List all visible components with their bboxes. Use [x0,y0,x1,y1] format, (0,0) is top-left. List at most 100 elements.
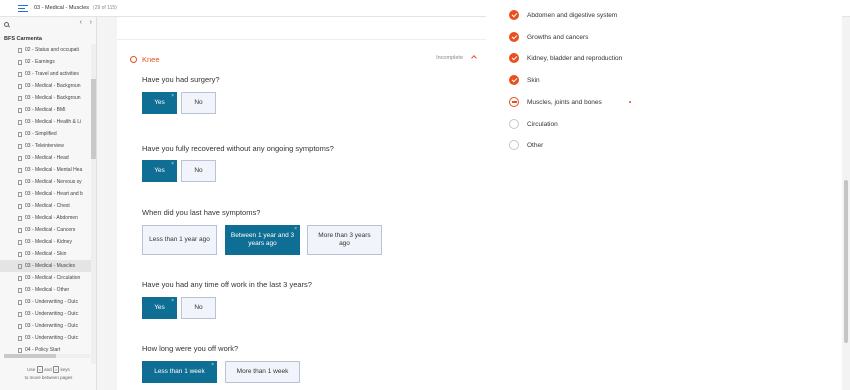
page-item[interactable]: 03 - Underwriting - Outc [0,308,91,320]
page-icon [18,299,22,305]
option-no[interactable]: No [181,160,216,182]
section-divider [117,39,486,40]
current-page-title: 03 - Medical - Muscles [34,5,90,11]
page-item-label: 03 - Medical - Backgroun [25,95,81,101]
progress-step-label: Growths and cancers [527,33,589,41]
page-item[interactable]: 03 - Medical - Head [0,152,91,164]
main-scroll-thumb[interactable] [844,180,848,343]
page-item[interactable]: 03 - Medical - Cancers [0,224,91,236]
option-no[interactable]: No [181,92,216,114]
page-icon [18,143,22,149]
option-less-than-1-year[interactable]: Less than 1 year ago [142,225,217,255]
progress-step-abdomen[interactable]: Abdomen and digestive system [509,9,617,21]
page-item-label: 03 - Medical - Head [25,155,69,161]
page-item[interactable]: 03 - Medical - Mental Hea [0,164,91,176]
page-item[interactable]: 03 - Underwriting - Outc [0,332,91,344]
option-yes[interactable]: Yes [142,297,177,319]
page-item-label: 03 - Teleinterview [25,143,64,149]
page-icon [18,83,22,89]
page-icon [18,215,22,221]
sidebar-scroll-thumb[interactable] [91,79,96,159]
page-item-label: 03 - Travel and activities [25,71,79,77]
previous-page-icon[interactable]: ‹ [80,19,82,27]
page-item[interactable]: 03 - Medical - Nervous sy [0,176,91,188]
page-item-label: 03 - Medical - Cancers [25,227,76,233]
main-vertical-scrollbar[interactable] [842,17,850,390]
page-item[interactable]: 03 - Medical - Kidney [0,236,91,248]
page-item-label: 03 - Medical - Muscles [25,263,76,269]
option-no[interactable]: No [181,297,216,319]
page-item-label: 03 - Underwriting - Outc [25,335,79,341]
page-item-label: 03 - Medical - Mental Hea [25,167,83,173]
page-item[interactable]: 03 - Medical - Backgroun [0,80,91,92]
hint-text: and [44,367,52,372]
progress-step-label: Kidney, bladder and reproduction [527,54,623,62]
sidebar-toolbar: ‹ › [0,17,96,31]
page-item-label: 03 - Medical - Abdomen [25,215,78,221]
page-item[interactable]: 02 - Status and occupati [0,44,91,56]
page-item-label: 03 - Medical - Chest [25,203,70,209]
progress-step-circulation[interactable]: Circulation [509,118,558,130]
option-more-than-3-years[interactable]: More than 3 years ago [307,225,382,255]
check-icon [509,32,519,42]
page-item[interactable]: 03 - Teleinterview [0,140,91,152]
next-page-icon[interactable]: › [90,19,92,27]
page-item[interactable]: 03 - Medical - Circulation [0,272,91,284]
page-item-label: 03 - Medical - Kidney [25,239,72,245]
progress-panel: Abdomen and digestive system Growths and… [486,0,842,390]
progress-step-muscles[interactable]: Muscles, joints and bones [509,96,631,108]
page-counter: (29 of 115) [93,5,117,11]
project-name: BFS Carmenta [4,36,42,42]
page-icon [18,59,22,65]
page-item[interactable]: 03 - Underwriting - Outc [0,320,91,332]
page-item-label: 03 - Medical - BMI [25,107,66,113]
page-item[interactable]: 03 - Underwriting - Outc [0,296,91,308]
question-recovered: Have you fully recovered without any ong… [142,144,334,153]
page-item[interactable]: 03 - Medical - Skin [0,248,91,260]
page-tree: 02 - Status and occupati 02 - Earnings 03 … [0,44,91,364]
option-between-1-and-3-years[interactable]: Between 1 year and 3 years ago [225,225,300,255]
progress-step-label: Circulation [527,120,558,128]
hamburger-menu-icon[interactable] [18,4,28,12]
check-icon [509,53,519,63]
page-item[interactable]: 03 - Simplified [0,128,91,140]
progress-step-other[interactable]: Other [509,139,543,151]
page-item[interactable]: 03 - Travel and activities [0,68,91,80]
progress-step-skin[interactable]: Skin [509,74,540,86]
page-icon [18,71,22,77]
page-item[interactable]: 03 - Medical - Chest [0,200,91,212]
attention-dot-icon [628,101,631,103]
option-yes[interactable]: Yes [142,92,177,114]
page-sidebar: ‹ › BFS Carmenta 02 - Status and occupat… [0,17,97,390]
page-icon [18,191,22,197]
search-icon[interactable] [4,21,9,27]
page-item[interactable]: 03 - Medical - BMI [0,104,91,116]
empty-circle-icon [509,140,519,150]
page-item[interactable]: 03 - Medical - Abdomen [0,212,91,224]
progress-step-growths[interactable]: Growths and cancers [509,31,588,43]
check-icon [509,75,519,85]
page-item-label: 03 - Medical - Health & Li [25,119,82,125]
page-item[interactable]: 03 - Medical - Muscles [0,260,91,272]
option-less-than-1-week[interactable]: Less than 1 week [142,361,217,383]
sidebar-horizontal-scrollbar[interactable] [4,354,90,358]
page-icon [18,203,22,209]
page-icon [18,131,22,137]
section-header-knee[interactable]: Knee Incomplete [130,53,477,65]
page-icon [18,179,22,185]
question-surgery: Have you had surgery? [142,75,220,84]
page-item[interactable]: 03 - Medical - Other [0,284,91,296]
page-item[interactable]: 03 - Medical - Health & Li [0,116,91,128]
page-item-label: 03 - Simplified [25,131,57,137]
page-item[interactable]: 02 - Earnings [0,56,91,68]
option-more-than-1-week[interactable]: More than 1 week [225,361,300,383]
question-last-symptoms: When did you last have symptoms? [142,208,261,217]
progress-step-label: Abdomen and digestive system [527,11,618,19]
page-item[interactable]: 03 - Medical - Heart and b [0,188,91,200]
sidebar-vertical-scrollbar[interactable] [91,44,96,364]
option-yes[interactable]: Yes [142,160,177,182]
chevron-up-icon[interactable] [471,55,477,61]
sidebar-hscroll-thumb[interactable] [4,354,56,358]
progress-step-kidney[interactable]: Kidney, bladder and reproduction [509,52,622,64]
page-item[interactable]: 03 - Medical - Backgroun [0,92,91,104]
